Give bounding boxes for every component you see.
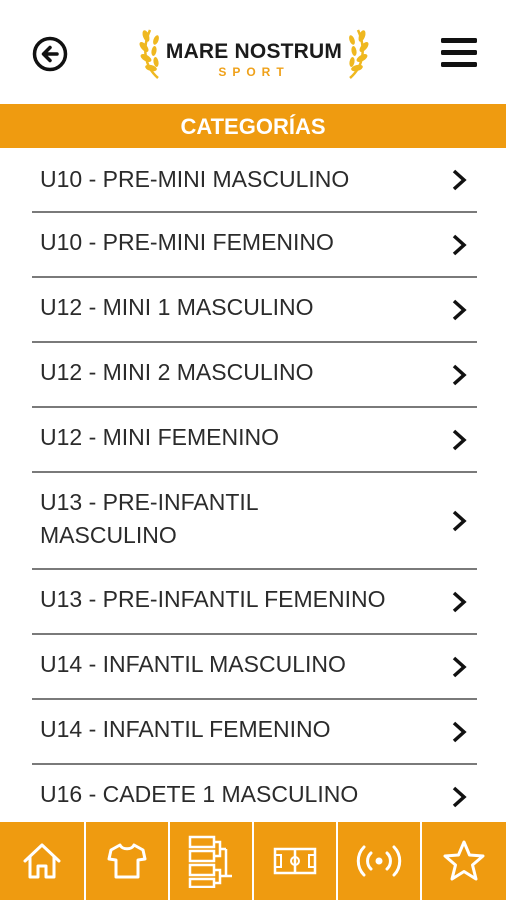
category-item[interactable]: U13 - PRE-INFANTIL MASCULINO (32, 473, 477, 570)
app-header: MARE NOSTRUM SPORT (0, 0, 506, 104)
nav-courts-button[interactable] (252, 822, 336, 900)
star-icon (443, 840, 485, 881)
bottom-nav (0, 822, 506, 900)
category-label: U10 - PRE-MINI MASCULINO (40, 166, 350, 192)
chevron-right-icon (452, 656, 467, 678)
category-label: U16 - CADETE 1 MASCULINO (40, 781, 359, 807)
bracket-icon (188, 835, 232, 888)
category-item[interactable]: U12 - MINI 1 MASCULINO (32, 278, 477, 343)
chevron-right-icon (452, 364, 467, 386)
nav-teams-button[interactable] (84, 822, 168, 900)
court-icon (273, 847, 317, 875)
category-item[interactable]: U13 - PRE-INFANTIL FEMENINO (32, 570, 477, 635)
section-title: CATEGORÍAS (180, 114, 326, 139)
chevron-right-icon (452, 721, 467, 743)
chevron-right-icon (452, 234, 467, 256)
home-icon (23, 843, 61, 879)
back-button[interactable] (31, 35, 69, 73)
logo-subtitle: SPORT (218, 65, 290, 79)
menu-button[interactable] (440, 36, 478, 70)
category-label: U10 - PRE-MINI FEMENINO (40, 229, 334, 255)
chevron-right-icon (452, 591, 467, 613)
nav-home-button[interactable] (0, 822, 84, 900)
hamburger-menu-icon (441, 38, 477, 67)
category-item[interactable]: U10 - PRE-MINI MASCULINO (32, 148, 477, 213)
category-item[interactable]: U16 - CADETE 1 MASCULINO (32, 765, 477, 822)
category-item[interactable]: U14 - INFANTIL FEMENINO (32, 700, 477, 765)
section-header: CATEGORÍAS (0, 104, 506, 148)
chevron-right-icon (452, 169, 467, 191)
category-item[interactable]: U10 - PRE-MINI FEMENINO (32, 213, 477, 278)
category-list: U10 - PRE-MINI MASCULINO U10 - PRE-MINI … (32, 148, 477, 822)
category-label: U12 - MINI 1 MASCULINO (40, 294, 314, 320)
chevron-right-icon (452, 510, 467, 532)
chevron-right-icon (452, 429, 467, 451)
category-label: U12 - MINI 2 MASCULINO (40, 359, 314, 385)
category-label: U12 - MINI FEMENINO (40, 424, 279, 450)
brand-logo: MARE NOSTRUM SPORT (136, 22, 372, 88)
nav-tournament-button[interactable] (168, 822, 252, 900)
nav-favorites-button[interactable] (420, 822, 506, 900)
back-arrow-icon (32, 36, 68, 72)
jersey-icon (107, 843, 147, 879)
category-label: U14 - INFANTIL MASCULINO (40, 651, 346, 677)
chevron-right-icon (452, 786, 467, 808)
category-label: U14 - INFANTIL FEMENINO (40, 716, 331, 742)
category-item[interactable]: U12 - MINI FEMENINO (32, 408, 477, 473)
category-item[interactable]: U12 - MINI 2 MASCULINO (32, 343, 477, 408)
live-broadcast-icon (356, 845, 402, 877)
chevron-right-icon (452, 299, 467, 321)
logo-title: MARE NOSTRUM (165, 40, 343, 63)
category-item[interactable]: U14 - INFANTIL MASCULINO (32, 635, 477, 700)
category-label: U13 - PRE-INFANTIL MASCULINO (40, 489, 258, 548)
category-label: U13 - PRE-INFANTIL FEMENINO (40, 586, 386, 612)
nav-live-button[interactable] (336, 822, 420, 900)
